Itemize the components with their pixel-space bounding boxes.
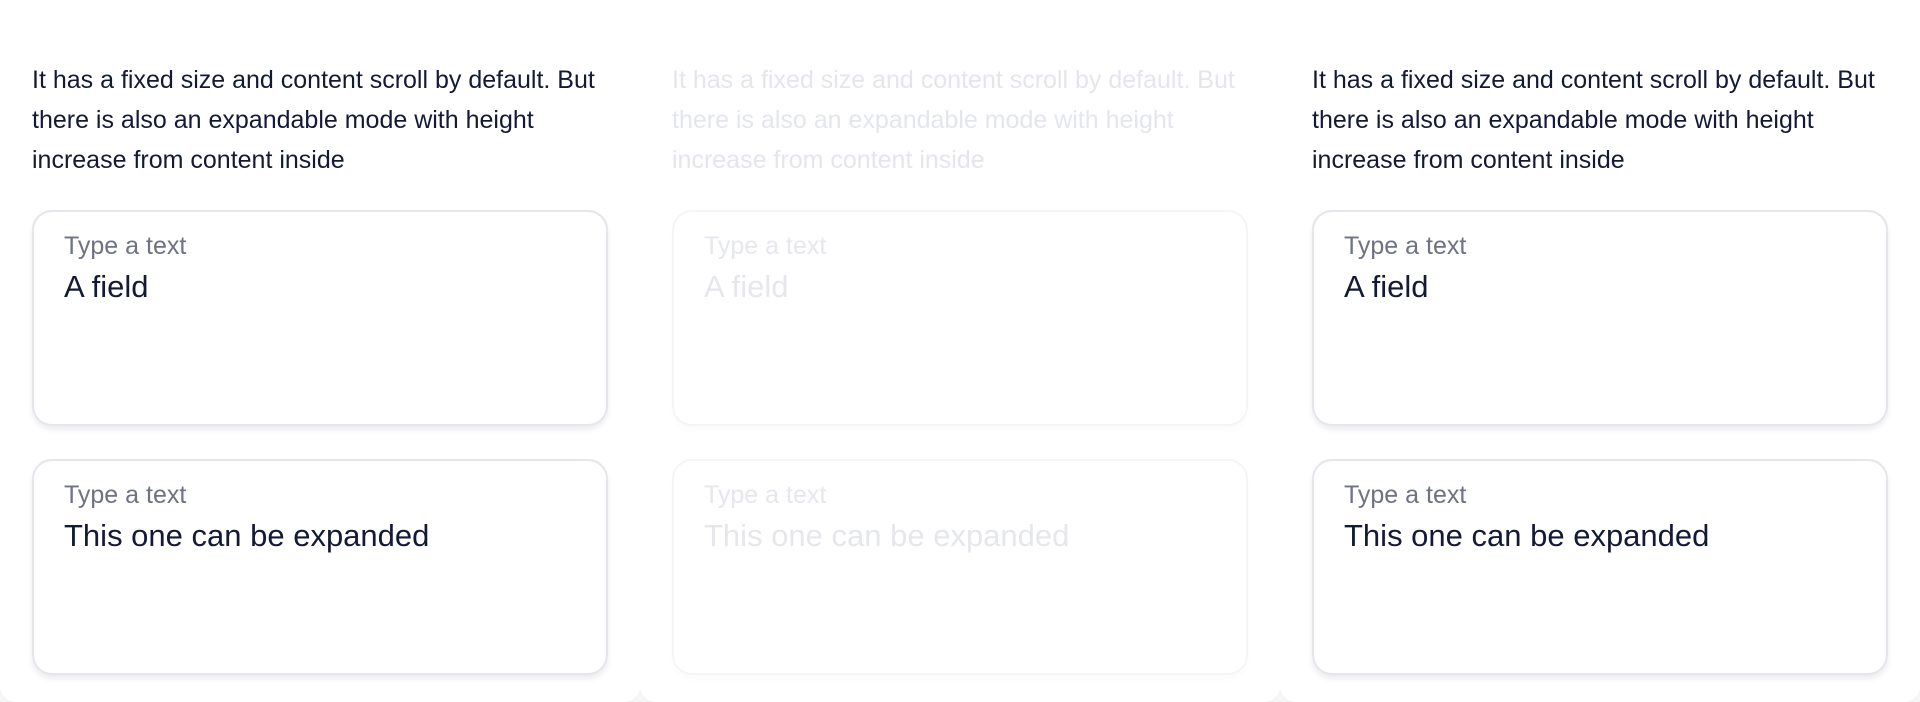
column-description: It has a fixed size and content scroll b… [1312,66,1875,174]
field-label: Type a text [704,481,827,509]
expandable-text-field[interactable]: Type a text This one can be expanded [32,459,608,675]
field-value[interactable]: This one can be expanded [64,517,576,555]
textarea-column-disabled: It has a fixed size and content scroll b… [640,0,1280,702]
field-label: Type a text [1344,232,1467,260]
expandable-text-field-disabled: Type a text This one can be expanded [672,459,1248,675]
expandable-text-field[interactable]: Type a text This one can be expanded [1312,459,1888,675]
field-label: Type a text [704,232,827,260]
textarea-column-default-1: It has a fixed size and content scroll b… [0,0,640,702]
field-label: Type a text [64,481,187,509]
field-value: A field [704,269,789,304]
field-label: Type a text [64,232,187,260]
field-label: Type a text [1344,481,1467,509]
field-value: This one can be expanded [704,518,1070,553]
textarea-showcase: It has a fixed size and content scroll b… [0,0,1920,702]
text-field[interactable]: Type a text A field [32,210,608,426]
field-value[interactable]: A field [64,268,576,306]
field-value[interactable]: This one can be expanded [1344,517,1856,555]
column-description: It has a fixed size and content scroll b… [32,66,595,174]
textarea-column-default-2: It has a fixed size and content scroll b… [1280,0,1920,702]
column-description: It has a fixed size and content scroll b… [672,66,1235,174]
text-field[interactable]: Type a text A field [1312,210,1888,426]
text-field-disabled: Type a text A field [672,210,1248,426]
field-value[interactable]: A field [1344,268,1856,306]
